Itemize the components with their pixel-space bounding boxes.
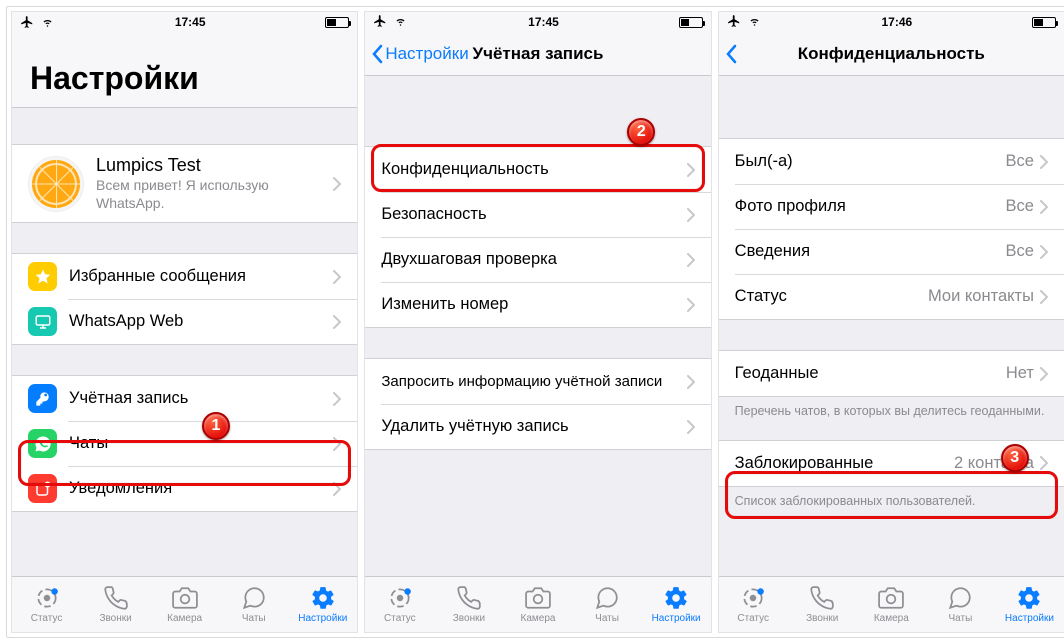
ios-status-bar: 17:45 — [12, 12, 357, 32]
tab-calls[interactable]: Звонки — [81, 577, 150, 632]
chevron-right-icon — [333, 177, 341, 191]
navbar: Настройки Учётная запись — [365, 32, 710, 76]
blocked-footer: Список заблокированных пользователей. — [719, 487, 1064, 510]
row-request-info[interactable]: Запросить информацию учётной записи — [365, 359, 710, 404]
ios-status-bar: 17:46 — [719, 12, 1064, 32]
battery-icon — [325, 17, 349, 28]
chevron-right-icon — [687, 375, 695, 389]
app-badge-icon — [28, 474, 57, 503]
tab-calls[interactable]: Звонки — [788, 577, 857, 632]
chevron-right-icon — [333, 270, 341, 284]
profile-row[interactable]: Lumpics Test Всем привет! Я использую Wh… — [12, 145, 357, 222]
airplane-icon — [20, 15, 34, 29]
ios-status-bar: 17:45 — [365, 12, 710, 32]
orange-avatar-icon — [32, 160, 80, 208]
tab-settings[interactable]: Настройки — [288, 577, 357, 632]
chevron-right-icon — [1040, 245, 1048, 259]
chevron-right-icon — [1040, 290, 1048, 304]
row-security[interactable]: Безопасность — [365, 192, 710, 237]
tab-camera[interactable]: Камера — [150, 577, 219, 632]
chevron-right-icon — [333, 392, 341, 406]
tabbar: Статус Звонки Камера Чаты Настройки — [365, 576, 710, 632]
chevron-right-icon — [1040, 200, 1048, 214]
tab-settings[interactable]: Настройки — [995, 577, 1064, 632]
airplane-icon — [727, 14, 741, 31]
chevron-right-icon — [333, 315, 341, 329]
page-title: Конфиденциальность — [719, 44, 1064, 64]
chevron-right-icon — [687, 163, 695, 177]
clock: 17:45 — [528, 15, 559, 29]
tab-chats[interactable]: Чаты — [219, 577, 288, 632]
row-blocked[interactable]: Заблокированные 2 контакта — [719, 441, 1064, 486]
chevron-right-icon — [1040, 155, 1048, 169]
chevron-right-icon — [687, 253, 695, 267]
row-label: Уведомления — [69, 479, 333, 498]
row-label: WhatsApp Web — [69, 312, 333, 331]
wifi-icon — [747, 15, 762, 30]
battery-icon — [679, 17, 703, 28]
tab-camera[interactable]: Камера — [857, 577, 926, 632]
tabbar: Статус Звонки Камера Чаты Настройки — [719, 576, 1064, 632]
row-label: Учётная запись — [69, 389, 333, 408]
row-status-privacy[interactable]: Статус Мои контакты — [719, 274, 1064, 319]
back-label: Настройки — [385, 44, 468, 64]
chevron-right-icon — [333, 482, 341, 496]
tab-settings[interactable]: Настройки — [642, 577, 711, 632]
row-about[interactable]: Сведения Все — [719, 229, 1064, 274]
row-starred[interactable]: Избранные сообщения — [12, 254, 357, 299]
row-twostep[interactable]: Двухшаговая проверка — [365, 237, 710, 282]
row-chats[interactable]: Чаты — [12, 421, 357, 466]
star-icon — [28, 262, 57, 291]
key-icon — [28, 384, 57, 413]
tab-chats[interactable]: Чаты — [573, 577, 642, 632]
row-profile-photo[interactable]: Фото профиля Все — [719, 184, 1064, 229]
row-change-number[interactable]: Изменить номер — [365, 282, 710, 327]
whatsapp-icon — [28, 429, 57, 458]
profile-name: Lumpics Test — [96, 155, 333, 176]
chevron-right-icon — [687, 420, 695, 434]
chevron-right-icon — [333, 437, 341, 451]
tab-status[interactable]: Статус — [365, 577, 434, 632]
phone-2: 17:45 Настройки Учётная запись Конфиденц… — [364, 11, 711, 633]
tab-camera[interactable]: Камера — [503, 577, 572, 632]
profile-status: Всем привет! Я использую WhatsApp. — [96, 177, 333, 212]
back-button[interactable]: Настройки — [365, 44, 474, 64]
row-privacy[interactable]: Конфиденциальность — [365, 147, 710, 192]
tab-status[interactable]: Статус — [12, 577, 81, 632]
row-account[interactable]: Учётная запись — [12, 376, 357, 421]
row-label: Избранные сообщения — [69, 267, 333, 286]
row-delete-account[interactable]: Удалить учётную запись — [365, 404, 710, 449]
chevron-left-icon — [725, 44, 737, 64]
monitor-icon — [28, 307, 57, 336]
battery-icon — [1032, 17, 1056, 28]
navbar: Конфиденциальность — [719, 32, 1064, 76]
wifi-icon — [40, 16, 55, 28]
tab-status[interactable]: Статус — [719, 577, 788, 632]
clock: 17:46 — [881, 15, 912, 29]
tab-calls[interactable]: Звонки — [434, 577, 503, 632]
avatar — [28, 156, 84, 212]
chevron-right-icon — [687, 298, 695, 312]
phone-3: 17:46 Конфиденциальность Был(-а) Все Фот… — [718, 11, 1064, 633]
row-whatsapp-web[interactable]: WhatsApp Web — [12, 299, 357, 344]
wifi-icon — [393, 15, 408, 30]
clock: 17:45 — [175, 15, 206, 29]
back-button[interactable] — [719, 44, 743, 64]
chevron-right-icon — [1040, 456, 1048, 470]
chevron-left-icon — [371, 44, 383, 64]
tabbar: Статус Звонки Камера Чаты Настройки — [12, 576, 357, 632]
airplane-icon — [373, 14, 387, 31]
row-live-location[interactable]: Геоданные Нет — [719, 351, 1064, 396]
live-location-footer: Перечень чатов, в которых вы делитесь ге… — [719, 397, 1064, 420]
page-title: Настройки — [30, 60, 339, 97]
three-phone-tutorial: 17:45 Настройки Lumpics Test Всем привет… — [6, 6, 1064, 638]
row-label: Чаты — [69, 434, 333, 453]
row-notifications[interactable]: Уведомления — [12, 466, 357, 511]
phone-1: 17:45 Настройки Lumpics Test Всем привет… — [11, 11, 358, 633]
row-last-seen[interactable]: Был(-а) Все — [719, 139, 1064, 184]
tab-chats[interactable]: Чаты — [926, 577, 995, 632]
chevron-right-icon — [687, 208, 695, 222]
large-title-bar: Настройки — [12, 32, 357, 108]
chevron-right-icon — [1040, 367, 1048, 381]
